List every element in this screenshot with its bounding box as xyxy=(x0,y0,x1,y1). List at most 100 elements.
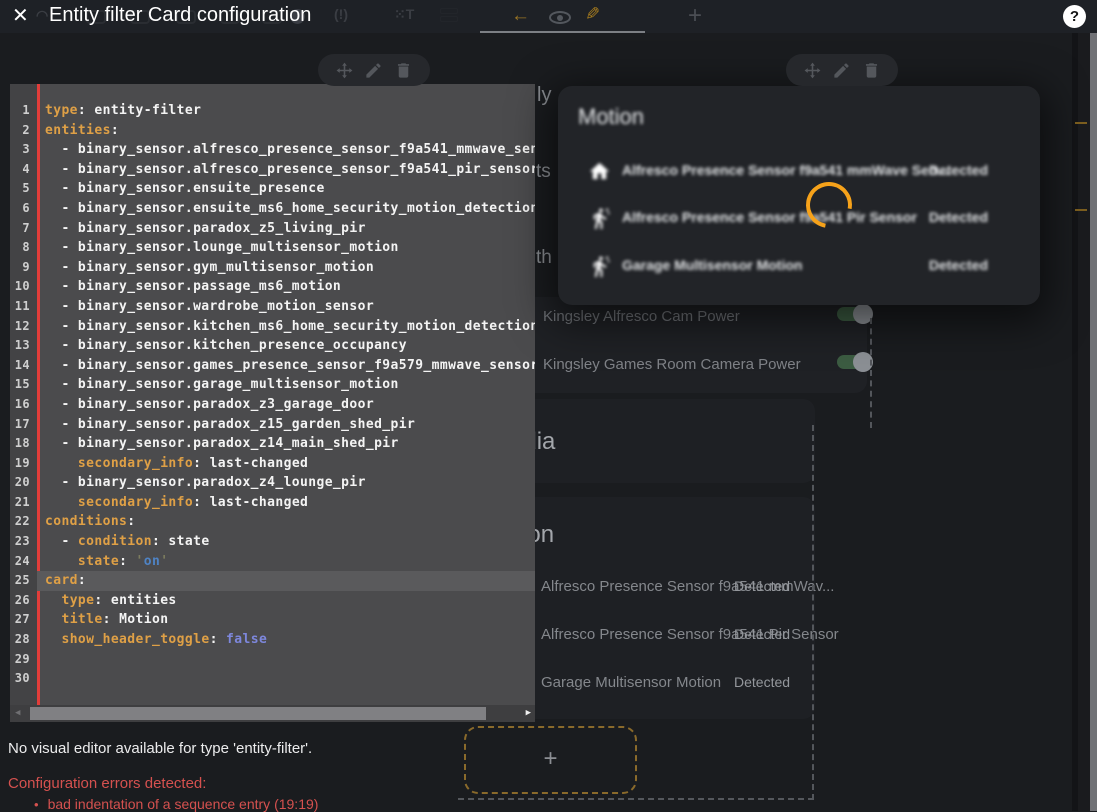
code-line[interactable]: 19 secondary_info: last-changed xyxy=(10,454,535,474)
move-icon[interactable] xyxy=(803,61,822,80)
line-number: 6 xyxy=(10,199,37,219)
line-number: 15 xyxy=(10,375,37,395)
code-line[interactable]: 17 - binary_sensor.paradox_z15_garden_sh… xyxy=(10,415,535,435)
scroll-left-arrow-icon[interactable]: ◀ xyxy=(15,708,20,718)
code-text: secondary_info: last-changed xyxy=(37,493,535,513)
code-text: - binary_sensor.passage_ms6_motion xyxy=(37,277,535,297)
gold-dashed-border-fragment xyxy=(1075,122,1087,124)
code-line[interactable]: 10 - binary_sensor.passage_ms6_motion xyxy=(10,277,535,297)
line-number: 30 xyxy=(10,669,37,689)
code-line[interactable]: 14 - binary_sensor.games_presence_sensor… xyxy=(10,356,535,376)
yaml-code-editor[interactable]: 1type: entity-filter2entities:3 - binary… xyxy=(10,84,535,722)
code-line[interactable]: 1type: entity-filter xyxy=(10,101,535,121)
editor-horizontal-scrollbar[interactable]: ◀ ▶ xyxy=(10,705,535,722)
code-line[interactable]: 18 - binary_sensor.paradox_z14_main_shed… xyxy=(10,434,535,454)
code-line[interactable]: 11 - binary_sensor.wardrobe_motion_senso… xyxy=(10,297,535,317)
line-number: 13 xyxy=(10,336,37,356)
server-ghost-icon xyxy=(440,8,458,22)
code-line[interactable]: 26 type: entities xyxy=(10,591,535,611)
move-icon[interactable] xyxy=(335,61,354,80)
code-line[interactable]: 15 - binary_sensor.garage_multisensor_mo… xyxy=(10,375,535,395)
card-controls-right xyxy=(786,54,898,86)
plus-icon: + xyxy=(543,745,557,773)
line-number: 5 xyxy=(10,179,37,199)
dialog-header: ◠ (!) ⁙T ✕ Entity filter Card configurat… xyxy=(0,0,1097,33)
code-line[interactable]: 24 state: 'on' xyxy=(10,552,535,572)
code-line[interactable]: 16 - binary_sensor.paradox_z3_garage_doo… xyxy=(10,395,535,415)
page-right-strip xyxy=(1078,33,1090,811)
preview-entity-row[interactable]: Alfresco Presence Sensor f9a541 Pir Sens… xyxy=(558,205,1040,233)
code-line[interactable]: 21 secondary_info: last-changed xyxy=(10,493,535,513)
code-line[interactable]: 7 - binary_sensor.paradox_z5_living_pir xyxy=(10,219,535,239)
code-line[interactable]: 3 - binary_sensor.alfresco_presence_sens… xyxy=(10,140,535,160)
code-text xyxy=(37,669,535,689)
line-number: 18 xyxy=(10,434,37,454)
trash-icon[interactable] xyxy=(862,61,881,80)
code-text: show_header_toggle: false xyxy=(37,630,535,650)
code-text: - binary_sensor.gym_multisensor_motion xyxy=(37,258,535,278)
no-visual-editor-message: No visual editor available for type 'ent… xyxy=(8,740,312,757)
code-line[interactable]: 12 - binary_sensor.kitchen_ms6_home_secu… xyxy=(10,317,535,337)
code-text: - binary_sensor.paradox_z14_main_shed_pi… xyxy=(37,434,535,454)
code-text: - binary_sensor.paradox_z3_garage_door xyxy=(37,395,535,415)
code-line[interactable]: 13 - binary_sensor.kitchen_presence_occu… xyxy=(10,336,535,356)
code-line[interactable]: 27 title: Motion xyxy=(10,610,535,630)
page-scrollbar[interactable] xyxy=(1090,33,1097,811)
code-line[interactable]: 8 - binary_sensor.lounge_multisensor_mot… xyxy=(10,238,535,258)
code-line[interactable]: 2entities: xyxy=(10,121,535,141)
scrollbar-thumb[interactable] xyxy=(30,707,486,720)
home-icon xyxy=(588,160,611,183)
line-number: 21 xyxy=(10,493,37,513)
line-number: 11 xyxy=(10,297,37,317)
line-number: 25 xyxy=(10,571,37,591)
bullet-icon: • xyxy=(34,797,39,812)
line-number: 17 xyxy=(10,415,37,435)
code-text: - binary_sensor.lounge_multisensor_motio… xyxy=(37,238,535,258)
line-number: 10 xyxy=(10,277,37,297)
code-line[interactable]: 4 - binary_sensor.alfresco_presence_sens… xyxy=(10,160,535,180)
code-text: - binary_sensor.kitchen_presence_occupan… xyxy=(37,336,535,356)
pencil-edit-icon[interactable]: ✎ xyxy=(585,4,600,25)
power-row-label: Kingsley Games Room Camera Power xyxy=(543,356,801,373)
code-text: - binary_sensor.alfresco_presence_sensor… xyxy=(37,160,535,180)
code-line[interactable]: 23 - condition: state xyxy=(10,532,535,552)
line-number: 23 xyxy=(10,532,37,552)
code-line[interactable]: 30 xyxy=(10,669,535,689)
code-line[interactable]: 9 - binary_sensor.gym_multisensor_motion xyxy=(10,258,535,278)
code-text: - binary_sensor.paradox_z4_lounge_pir xyxy=(37,473,535,493)
code-line[interactable]: 28 show_header_toggle: false xyxy=(10,630,535,650)
code-line[interactable]: 5 - binary_sensor.ensuite_presence xyxy=(10,179,535,199)
eye-preview-icon[interactable] xyxy=(549,11,571,24)
pencil-icon[interactable] xyxy=(364,61,383,80)
back-arrow-icon[interactable]: ← xyxy=(511,5,530,27)
line-number: 7 xyxy=(10,219,37,239)
gold-dashed-border-fragment xyxy=(1075,209,1087,211)
code-text: - condition: state xyxy=(37,532,535,552)
clipped-heading-fragment: ly xyxy=(537,84,551,107)
line-number: 19 xyxy=(10,454,37,474)
trash-icon[interactable] xyxy=(394,61,413,80)
power-toggle[interactable] xyxy=(837,307,871,321)
entity-state: Detected xyxy=(929,162,988,178)
preview-entity-row[interactable]: Garage Multisensor MotionDetected xyxy=(558,253,1040,281)
close-icon[interactable]: ✕ xyxy=(12,3,29,28)
help-icon[interactable]: ? xyxy=(1063,5,1086,28)
line-number: 16 xyxy=(10,395,37,415)
entity-name: Garage Multisensor Motion xyxy=(622,257,802,273)
code-line[interactable]: 6 - binary_sensor.ensuite_ms6_home_secur… xyxy=(10,199,535,219)
line-number: 4 xyxy=(10,160,37,180)
pencil-icon[interactable] xyxy=(832,61,851,80)
spray-ghost-icon: ⁙T xyxy=(394,6,414,23)
code-line[interactable]: 22conditions: xyxy=(10,512,535,532)
preview-entity-row[interactable]: Alfresco Presence Sensor f9a541 mmWave S… xyxy=(558,158,1040,186)
code-lines[interactable]: 1type: entity-filter2entities:3 - binary… xyxy=(10,101,535,689)
add-card-button[interactable]: + xyxy=(464,726,637,794)
code-line[interactable]: 29 xyxy=(10,650,535,670)
code-text: state: 'on' xyxy=(37,552,535,572)
power-toggle[interactable] xyxy=(837,355,871,369)
card-controls-left xyxy=(318,54,430,86)
add-tab-icon[interactable]: + xyxy=(688,2,702,30)
scroll-right-arrow-icon[interactable]: ▶ xyxy=(526,708,531,718)
code-line[interactable]: 20 - binary_sensor.paradox_z4_lounge_pir xyxy=(10,473,535,493)
code-line[interactable]: 25card: xyxy=(10,571,535,591)
